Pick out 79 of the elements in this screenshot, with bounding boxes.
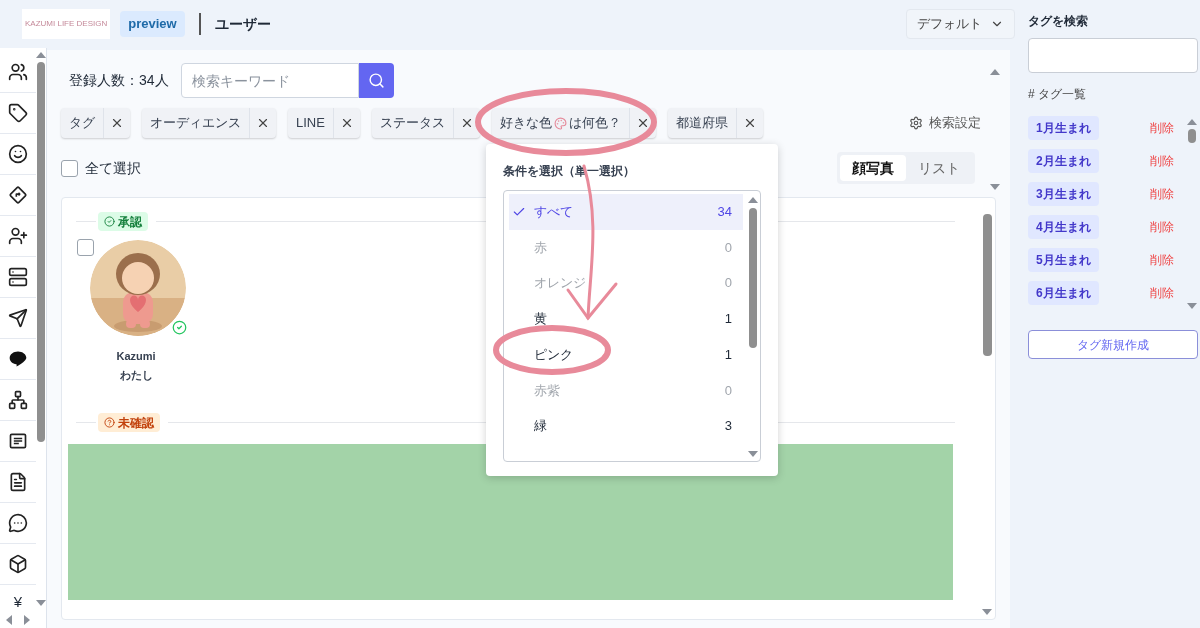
filter-chip[interactable]: 都道府県 xyxy=(667,108,763,138)
status-label: 未確認 xyxy=(98,413,160,432)
create-tag-button[interactable]: タグ新規作成 xyxy=(1028,330,1198,359)
tag-chip[interactable]: 5月生まれ xyxy=(1028,247,1099,272)
sitemap-icon[interactable] xyxy=(8,390,28,410)
user-checkbox[interactable] xyxy=(77,239,94,256)
scroll-down-arrow[interactable] xyxy=(990,182,1000,192)
scroll-down-arrow[interactable] xyxy=(36,598,46,608)
chat-bubble-icon[interactable] xyxy=(8,349,28,369)
view-select[interactable]: デフォルト xyxy=(906,9,1015,39)
scroll-up-arrow[interactable] xyxy=(36,50,46,60)
tag-chip[interactable]: 4月生まれ xyxy=(1028,214,1099,239)
smiley-icon[interactable] xyxy=(8,144,28,164)
scrollbar-thumb[interactable] xyxy=(37,62,45,442)
palette-icon xyxy=(553,116,567,130)
scroll-right-arrow[interactable] xyxy=(22,615,32,625)
filter-chip[interactable]: 好きな色 は何色？ xyxy=(491,108,656,138)
tag-chip[interactable]: 6月生まれ xyxy=(1028,280,1099,305)
filter-chip[interactable]: オーディエンス xyxy=(142,108,276,138)
send-icon[interactable] xyxy=(8,308,28,328)
option-row[interactable]: すべて 34 xyxy=(509,194,743,230)
member-count: 34人 xyxy=(139,71,169,90)
text-lines-icon[interactable] xyxy=(8,431,28,451)
scroll-down-arrow[interactable] xyxy=(982,607,992,617)
filter-chip[interactable]: タグ xyxy=(61,108,130,138)
status-icon xyxy=(104,417,115,428)
tag-list-label: # タグ一覧 xyxy=(1028,86,1087,103)
view-tab[interactable]: リスト xyxy=(906,155,972,181)
users-icon[interactable] xyxy=(8,62,28,82)
search-field[interactable]: 検索キーワード xyxy=(180,63,359,98)
scroll-left-arrow[interactable] xyxy=(4,615,14,625)
scrollbar-thumb[interactable] xyxy=(749,208,757,348)
delete-link[interactable]: 削除 xyxy=(1150,151,1174,170)
settings-icon xyxy=(909,116,923,130)
search-icon xyxy=(367,72,385,89)
user-note: わたし xyxy=(119,367,153,383)
delete-link[interactable]: 削除 xyxy=(1150,250,1174,269)
scrollbar-thumb[interactable] xyxy=(1188,129,1196,143)
tag-icon[interactable] xyxy=(8,103,28,123)
yen-symbol[interactable]: ¥ xyxy=(13,594,23,609)
tag-search-field[interactable] xyxy=(1028,38,1198,73)
status-label: 承認 xyxy=(98,212,148,231)
tag-chip[interactable]: 2月生まれ xyxy=(1028,148,1099,173)
scroll-up-arrow[interactable] xyxy=(1187,117,1197,127)
tag-chip[interactable]: 1月生まれ xyxy=(1028,115,1099,140)
option-row[interactable]: 緑 3 xyxy=(509,408,743,444)
preview-badge: preview xyxy=(120,11,185,37)
tag-chip[interactable]: 3月生まれ xyxy=(1028,181,1099,206)
scroll-down-arrow[interactable] xyxy=(1187,301,1197,311)
delete-link[interactable]: 削除 xyxy=(1150,283,1174,302)
select-all-label: 全て選択 xyxy=(85,158,141,178)
page-title: ユーザー xyxy=(214,14,271,34)
document-icon[interactable] xyxy=(8,472,28,492)
delete-link[interactable]: 削除 xyxy=(1150,217,1174,236)
tag-search-label: タグを検索 xyxy=(1028,13,1089,30)
server-icon[interactable] xyxy=(8,267,28,287)
scroll-up-arrow[interactable] xyxy=(748,195,758,205)
scrollbar-thumb[interactable] xyxy=(982,214,992,356)
filter-chip[interactable]: ステータス xyxy=(371,108,480,138)
user-name: Kazumi xyxy=(116,349,156,364)
scroll-down-arrow[interactable] xyxy=(748,449,758,459)
delete-link[interactable]: 削除 xyxy=(1150,184,1174,203)
user-add-icon[interactable] xyxy=(8,226,28,246)
option-row[interactable]: 黄 1 xyxy=(509,301,743,337)
search-settings-button[interactable]: 検索設定 xyxy=(909,113,981,133)
delete-link[interactable]: 削除 xyxy=(1150,118,1174,137)
view-tab[interactable]: 顔写真 xyxy=(840,155,906,181)
remove-icon[interactable] xyxy=(256,116,270,130)
cube-icon[interactable] xyxy=(8,554,28,574)
option-row[interactable]: ピンク 1 xyxy=(509,336,743,373)
filter-chip[interactable]: LINE xyxy=(288,108,360,138)
member-count-label: 登録人数： xyxy=(69,71,139,90)
select-all-checkbox[interactable] xyxy=(61,159,78,177)
direction-sign-icon[interactable] xyxy=(8,185,28,205)
chat-icon[interactable] xyxy=(8,513,28,533)
logo: KAZUMI LIFE DESIGN xyxy=(22,9,111,39)
remove-icon[interactable] xyxy=(110,116,124,130)
status-icon xyxy=(104,216,115,227)
search-button[interactable] xyxy=(358,63,394,98)
